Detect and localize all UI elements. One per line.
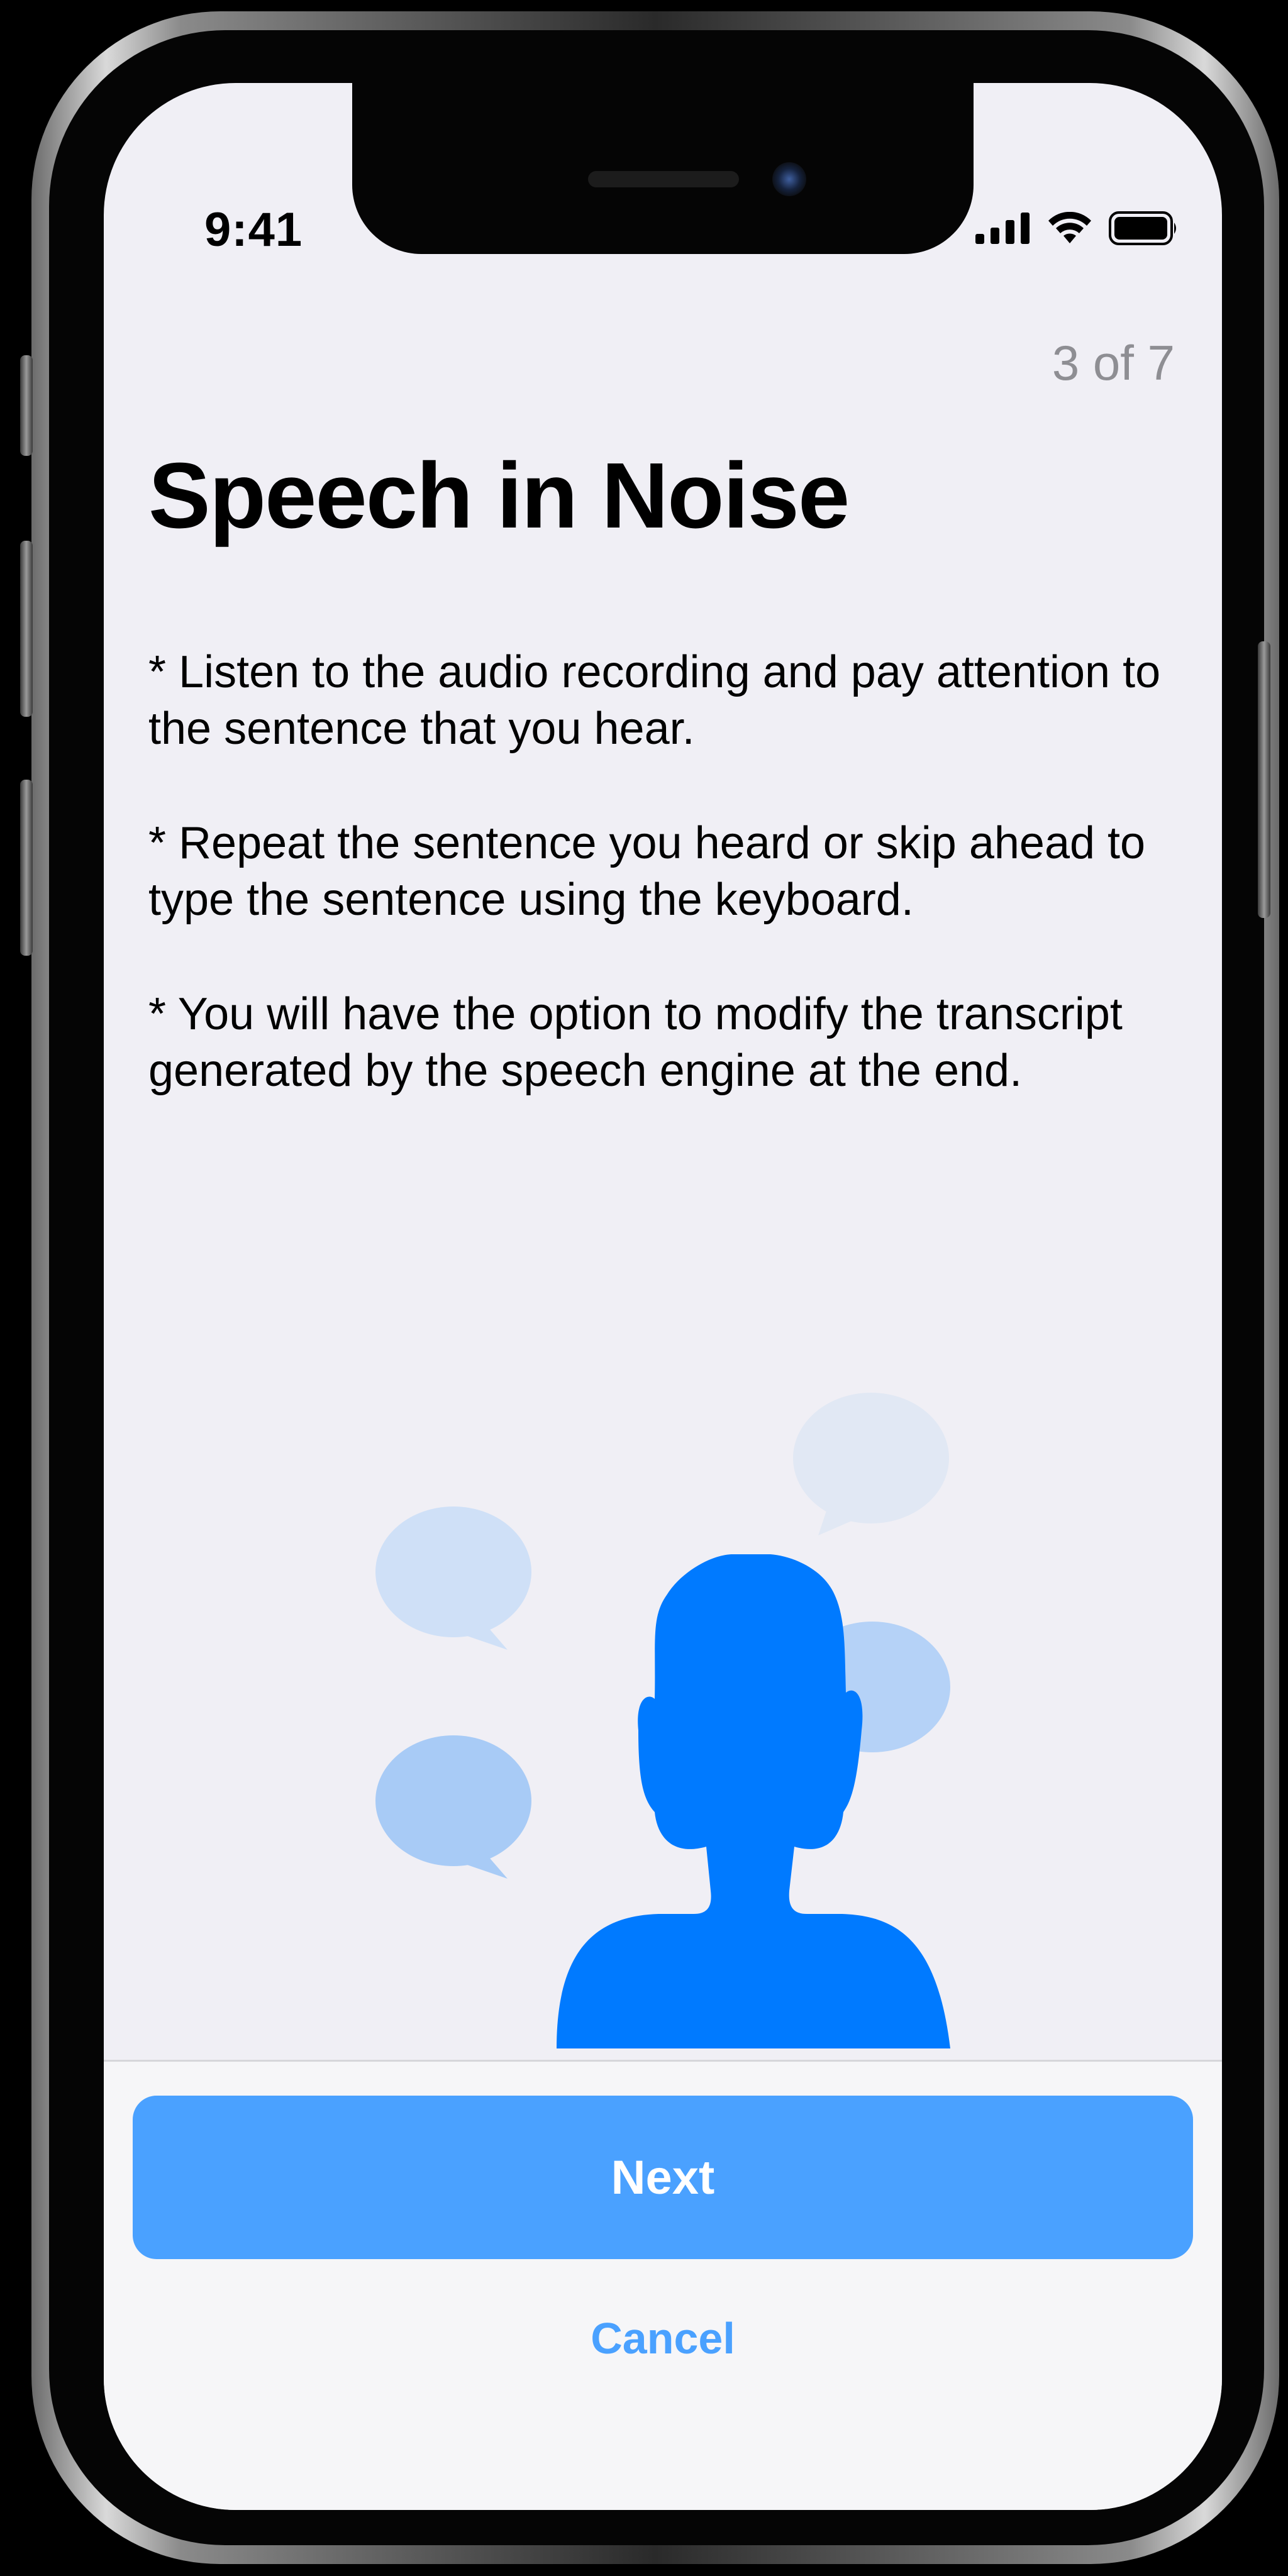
- device-notch: [352, 83, 974, 254]
- footer-actions: Next Cancel: [104, 2060, 1222, 2510]
- step-counter: 3 of 7: [1052, 335, 1175, 390]
- cellular-signal-icon: [975, 213, 1030, 244]
- cancel-button[interactable]: Cancel: [104, 2313, 1222, 2363]
- status-bar-time: 9:41: [204, 203, 303, 257]
- speech-bubble-icon: [375, 1735, 531, 1879]
- wifi-icon: [1048, 212, 1091, 243]
- speech-bubble-icon: [793, 1393, 949, 1535]
- instructions: * Listen to the audio recording and pay …: [148, 644, 1180, 1157]
- volume-down-button: [20, 780, 33, 956]
- page-title: Speech in Noise: [148, 444, 850, 548]
- earpiece-speaker: [588, 171, 739, 187]
- app-screen: 9:41 3 of 7 Speech in Noise * Listen to …: [104, 83, 1222, 2510]
- instruction-item: * Repeat the sentence you heard or skip …: [148, 818, 1146, 925]
- instruction-item: * You will have the option to modify the…: [148, 989, 1123, 1096]
- next-button[interactable]: Next: [133, 2096, 1193, 2259]
- mute-switch: [20, 355, 33, 456]
- speech-bubble-icon: [375, 1506, 531, 1650]
- status-bar-icons: [975, 211, 1179, 245]
- instruction-item: * Listen to the audio recording and pay …: [148, 647, 1161, 754]
- front-camera: [772, 162, 806, 196]
- volume-up-button: [20, 541, 33, 717]
- person-with-speech-bubbles-icon: [375, 1393, 950, 2048]
- battery-icon: [1109, 211, 1176, 245]
- power-button: [1258, 641, 1270, 918]
